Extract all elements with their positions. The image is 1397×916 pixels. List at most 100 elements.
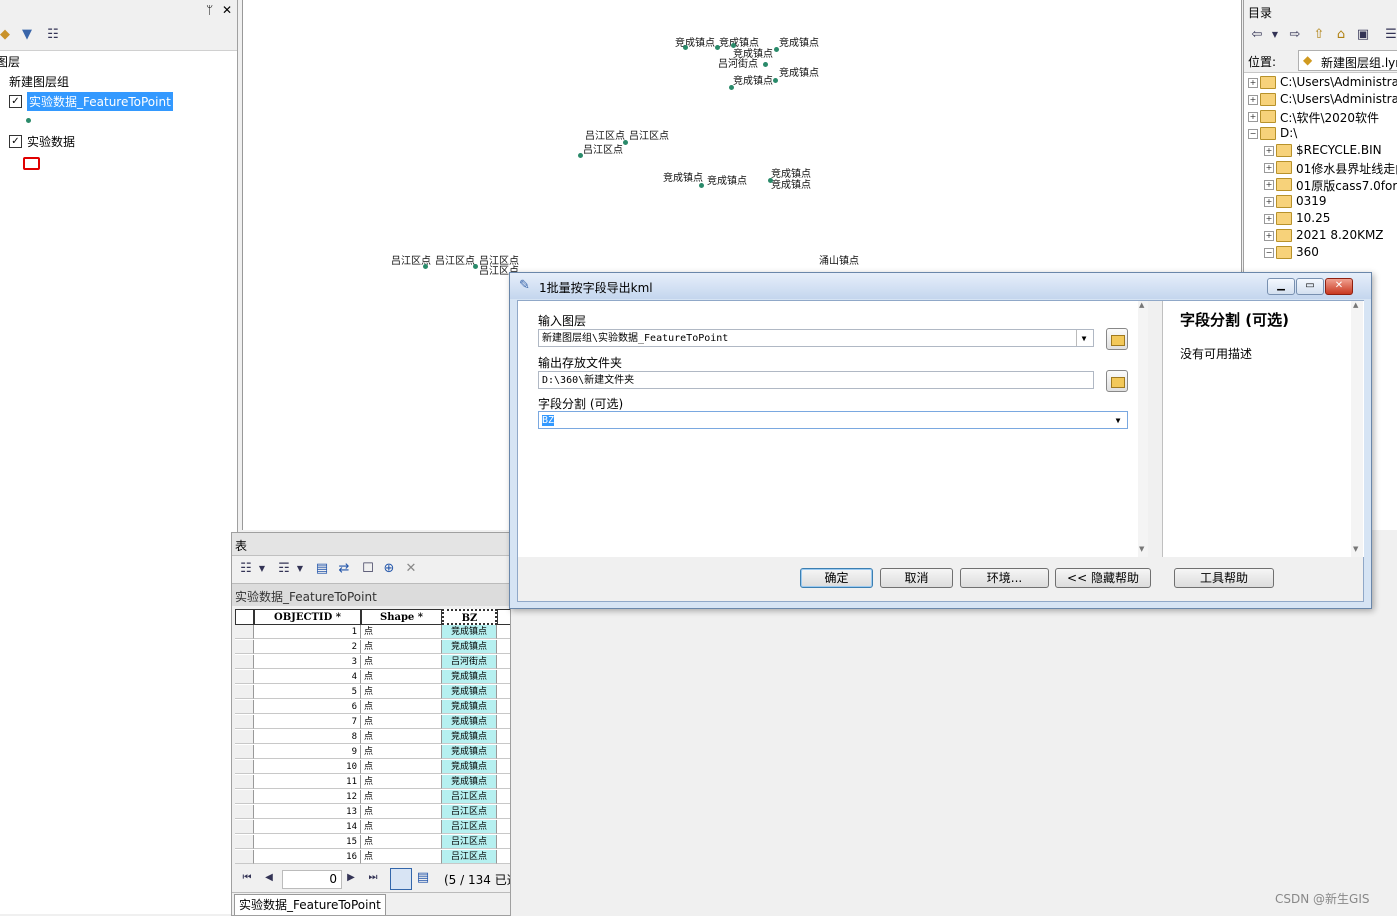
table-cell[interactable]: 点 bbox=[361, 835, 442, 849]
table-cell[interactable]: 5 bbox=[254, 685, 361, 699]
browse-input-icon[interactable] bbox=[1106, 328, 1128, 350]
table-cell[interactable]: 0 bbox=[497, 625, 510, 639]
catalog-tree-item[interactable]: + $RECYCLE.BIN bbox=[1244, 142, 1397, 159]
table-cell[interactable]: 点 bbox=[361, 775, 442, 789]
table-cell[interactable]: 5 bbox=[497, 700, 510, 714]
expand-icon[interactable]: + bbox=[1248, 95, 1258, 105]
scroll-up-icon[interactable]: ▲ bbox=[1139, 301, 1144, 309]
table-cell[interactable]: 点 bbox=[361, 820, 442, 834]
row-selector[interactable] bbox=[235, 685, 254, 699]
table-cell[interactable]: 点 bbox=[361, 685, 442, 699]
show-selected-records-icon[interactable]: ▤ bbox=[414, 869, 432, 887]
ok-button[interactable]: 确定 bbox=[800, 568, 873, 588]
chevron-down-icon[interactable]: ▼ bbox=[1111, 412, 1125, 428]
table-cell[interactable]: 16 bbox=[254, 850, 361, 864]
table-cell[interactable]: 竞成镇点 bbox=[442, 715, 497, 729]
catalog-tree-item[interactable]: + C:\Users\Administrat bbox=[1244, 91, 1397, 108]
table-cell[interactable]: 12 bbox=[497, 805, 510, 819]
row-selector-header[interactable] bbox=[235, 609, 254, 625]
row-selector[interactable] bbox=[235, 760, 254, 774]
row-selector[interactable] bbox=[235, 700, 254, 714]
next-record-icon[interactable]: ▶ bbox=[342, 869, 360, 887]
table-cell[interactable]: 点 bbox=[361, 730, 442, 744]
table-cell[interactable]: 点 bbox=[361, 760, 442, 774]
close-icon[interactable]: ✕ bbox=[222, 3, 232, 17]
expand-icon[interactable]: + bbox=[1264, 197, 1274, 207]
table-cell[interactable]: 12 bbox=[254, 790, 361, 804]
tool-help-button[interactable]: 工具帮助 bbox=[1174, 568, 1274, 588]
row-selector[interactable] bbox=[235, 775, 254, 789]
table-cell[interactable]: 吕江区点 bbox=[442, 820, 497, 834]
layer1-label[interactable]: 实验数据_FeatureToPoint bbox=[27, 92, 173, 111]
hide-help-button[interactable]: << 隐藏帮助 bbox=[1055, 568, 1151, 588]
table-cell[interactable]: 15 bbox=[254, 835, 361, 849]
table-options-dropdown-icon[interactable]: ▼ bbox=[253, 560, 271, 578]
zoom-selected-icon[interactable]: ⊕ bbox=[380, 560, 398, 578]
table-cell[interactable]: 点 bbox=[361, 805, 442, 819]
table-cell[interactable]: 13 bbox=[254, 805, 361, 819]
connect-folder-icon[interactable]: ▣ bbox=[1354, 26, 1372, 44]
prev-record-icon[interactable]: ◀ bbox=[260, 869, 278, 887]
table-cell[interactable]: 吕江区点 bbox=[442, 835, 497, 849]
expand-icon[interactable]: + bbox=[1264, 231, 1274, 241]
last-record-icon[interactable]: ⏭ bbox=[364, 869, 382, 887]
table-cell[interactable]: 7 bbox=[254, 715, 361, 729]
list-by-source-icon[interactable]: ▼ bbox=[18, 26, 36, 44]
row-selector[interactable] bbox=[235, 625, 254, 639]
catalog-tree-item[interactable]: +2021 8.20KMZ bbox=[1244, 227, 1397, 244]
table-cell[interactable]: 6 bbox=[497, 715, 510, 729]
help-scrollbar[interactable]: ▲ ▼ bbox=[1351, 301, 1363, 557]
table-tab[interactable]: 实验数据_FeatureToPoint bbox=[234, 894, 386, 915]
table-cell[interactable]: 3 bbox=[497, 670, 510, 684]
select-by-attributes-icon[interactable]: ▤ bbox=[313, 560, 331, 578]
collapse-icon[interactable]: − bbox=[1248, 129, 1258, 139]
row-selector[interactable] bbox=[235, 835, 254, 849]
expand-icon[interactable]: + bbox=[1248, 112, 1258, 122]
chevron-down-icon[interactable]: ▼ bbox=[1076, 330, 1091, 346]
table-cell[interactable]: 竞成镇点 bbox=[442, 730, 497, 744]
minimize-icon[interactable]: ▁ bbox=[1267, 278, 1295, 295]
location-field[interactable]: ◆ 新建图层组.lyr bbox=[1298, 50, 1397, 71]
related-dropdown-icon[interactable]: ▼ bbox=[291, 560, 309, 578]
table-cell[interactable]: 竞成镇点 bbox=[442, 700, 497, 714]
show-all-records-icon[interactable] bbox=[390, 868, 412, 890]
row-selector[interactable] bbox=[235, 715, 254, 729]
table-cell[interactable]: 竞成镇点 bbox=[442, 685, 497, 699]
layer2-label[interactable]: 实验数据 bbox=[27, 133, 75, 150]
delete-selected-icon[interactable]: ✕ bbox=[402, 560, 420, 578]
table-cell[interactable]: 点 bbox=[361, 850, 442, 864]
column-header[interactable]: BZ bbox=[442, 609, 497, 625]
home-icon[interactable]: ⌂ bbox=[1332, 26, 1350, 44]
table-cell[interactable]: 2 bbox=[254, 640, 361, 654]
row-selector[interactable] bbox=[235, 805, 254, 819]
input-layer-select[interactable]: 新建图层组\实验数据_FeatureToPoint ▼ bbox=[538, 329, 1094, 347]
expand-icon[interactable]: + bbox=[1264, 146, 1274, 156]
table-cell[interactable]: 点 bbox=[361, 790, 442, 804]
expand-icon[interactable]: + bbox=[1248, 78, 1258, 88]
table-cell[interactable]: 1 bbox=[497, 640, 510, 654]
column-header[interactable]: Shape * bbox=[361, 609, 442, 625]
environments-button[interactable]: 环境... bbox=[960, 568, 1049, 588]
table-cell[interactable]: 点 bbox=[361, 745, 442, 759]
table-cell[interactable]: 点 bbox=[361, 700, 442, 714]
table-cell[interactable]: 竞成镇点 bbox=[442, 670, 497, 684]
maximize-icon[interactable]: ▭ bbox=[1296, 278, 1324, 295]
catalog-tree-item[interactable]: − 360 bbox=[1244, 244, 1397, 261]
table-cell[interactable]: 竞成镇点 bbox=[442, 745, 497, 759]
table-cell[interactable]: 4 bbox=[254, 670, 361, 684]
dialog-titlebar[interactable]: ✎ 1批量按字段导出kml ▁ ▭ ✕ bbox=[510, 273, 1371, 299]
scroll-down-icon[interactable]: ▼ bbox=[1139, 545, 1144, 553]
column-header[interactable]: OBJECTID * bbox=[254, 609, 361, 625]
expand-icon[interactable]: + bbox=[1264, 214, 1274, 224]
list-by-drawing-order-icon[interactable]: ◆ bbox=[0, 26, 14, 44]
table-cell[interactable]: 吕江区点 bbox=[442, 850, 497, 864]
collapse-icon[interactable]: − bbox=[1264, 248, 1274, 258]
back-icon[interactable]: ⇦ bbox=[1248, 26, 1266, 44]
table-cell[interactable]: 8 bbox=[497, 745, 510, 759]
table-cell[interactable]: 6 bbox=[254, 700, 361, 714]
split-field-select[interactable]: BZ ▼ bbox=[538, 411, 1128, 429]
record-index-field[interactable]: 0 bbox=[282, 870, 342, 889]
catalog-tree-item[interactable]: + C:\软件\2020软件 bbox=[1244, 108, 1397, 125]
row-selector[interactable] bbox=[235, 655, 254, 669]
group-layer-label[interactable]: 新建图层组 bbox=[9, 73, 69, 90]
